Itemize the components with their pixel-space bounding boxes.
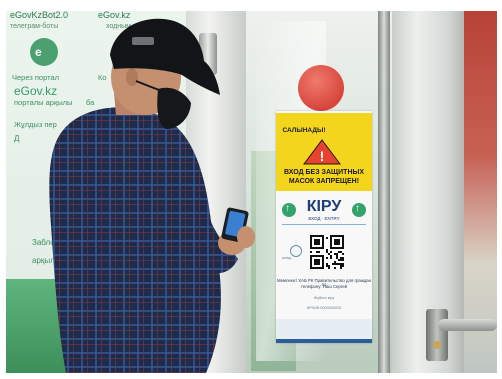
face-mask <box>157 87 191 129</box>
person-scanning-qr <box>49 18 255 373</box>
photo-scene: eGovKzBot2.0 eGov.kz телеграм-боты ходны… <box>6 11 497 373</box>
